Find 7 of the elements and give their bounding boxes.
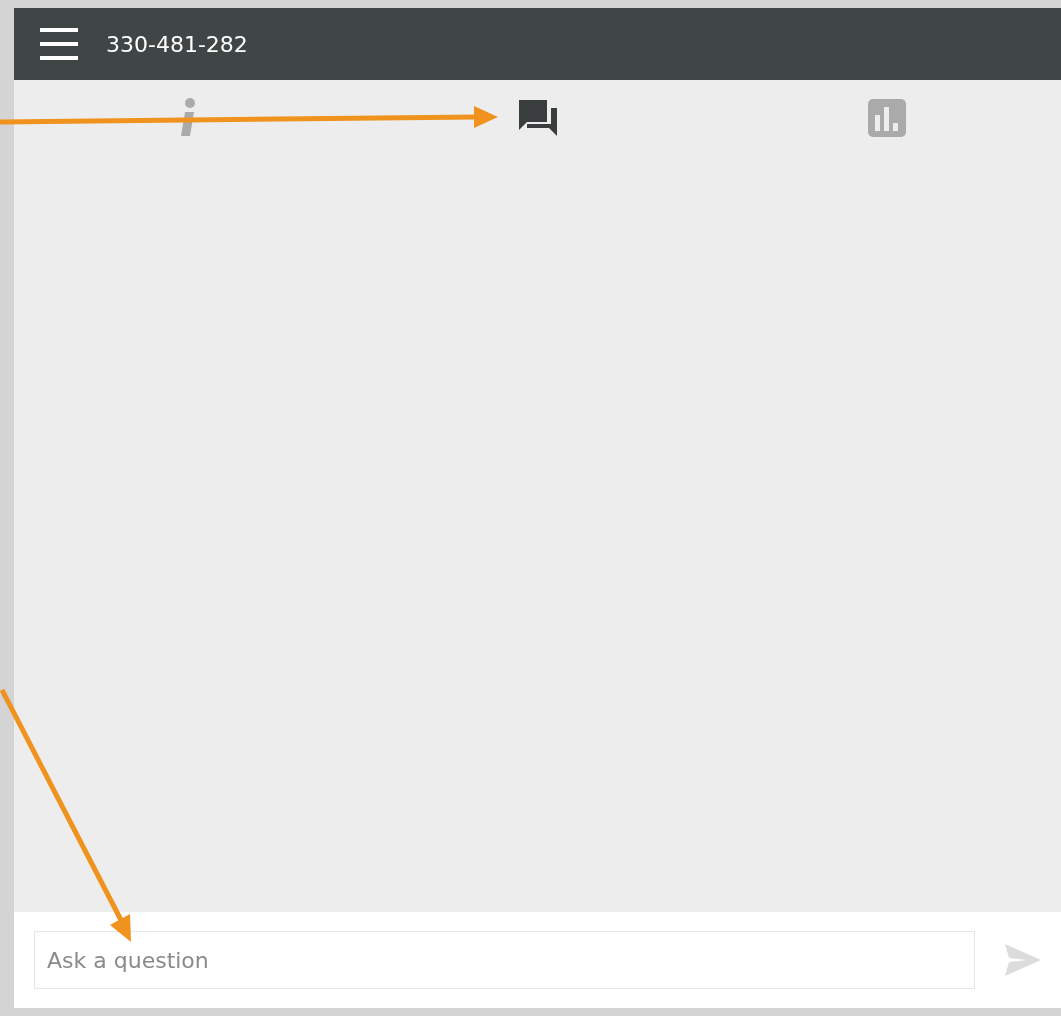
info-icon: [180, 98, 197, 138]
meeting-id: 330-481-282: [106, 31, 248, 57]
send-icon[interactable]: [1005, 944, 1041, 976]
menu-icon[interactable]: [40, 28, 78, 60]
question-field[interactable]: Ask a question: [34, 931, 975, 989]
bar-chart-icon: [867, 99, 906, 137]
chat-icon: [518, 100, 557, 136]
